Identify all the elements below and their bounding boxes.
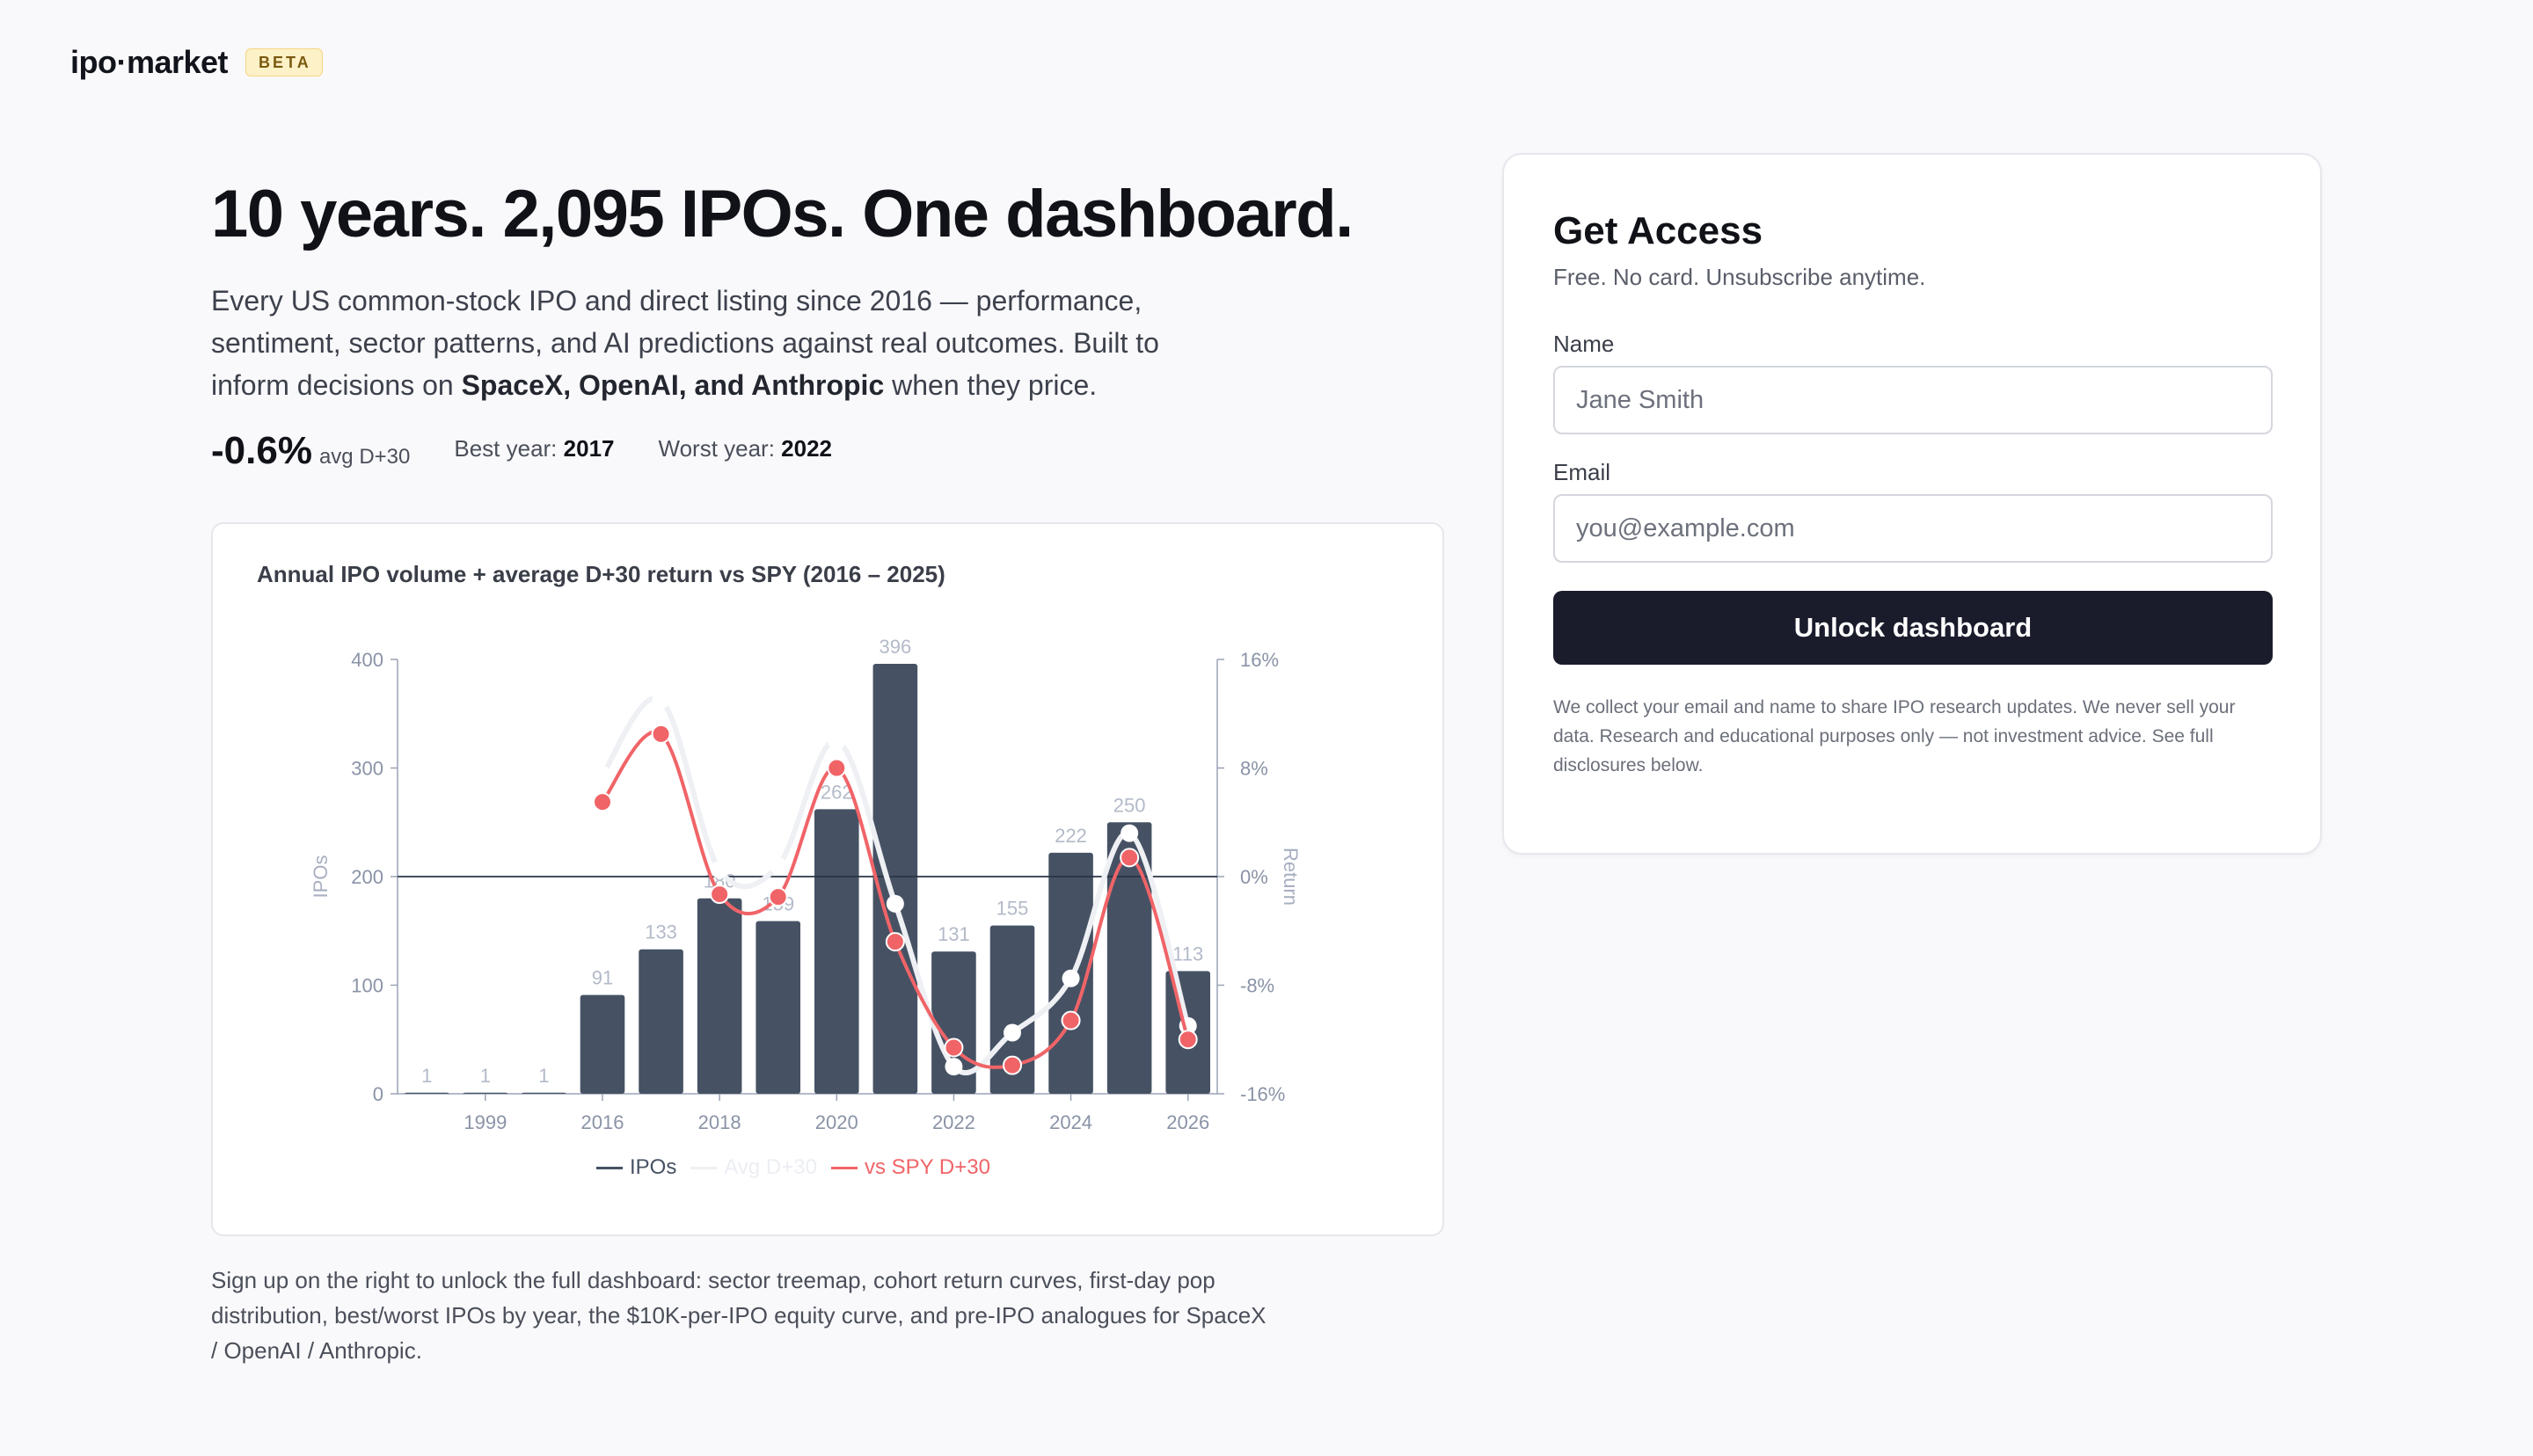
- chart-legend: IPOs Avg D+30 vs SPY D+30: [596, 1155, 1004, 1180]
- y-right-axis-label: Return: [1280, 848, 1302, 906]
- best-year-value: 2017: [563, 435, 615, 462]
- legend-swatch-spy: [830, 1166, 858, 1169]
- worst-year: Worst year: 2022: [659, 435, 833, 462]
- point-vs-spy: [1178, 1030, 1198, 1050]
- bar-value-label: 131: [938, 923, 970, 945]
- y-left-tick-label: 400: [351, 649, 383, 671]
- page-title: 10 years. 2,095 IPOs. One dashboard.: [211, 177, 1354, 251]
- point-avg-d30: [1062, 969, 1080, 987]
- y-left-tick-label: 200: [351, 866, 383, 888]
- point-avg-d30: [828, 732, 846, 750]
- x-tick-label: 2024: [1049, 1111, 1092, 1133]
- bar-value-label: 91: [592, 967, 613, 989]
- y-right-tick-label: -8%: [1240, 975, 1274, 997]
- access-title: Get Access: [1553, 209, 1763, 252]
- point-avg-d30: [711, 861, 729, 879]
- hero-desc-text-2: when they price.: [884, 369, 1098, 401]
- footnote: Sign up on the right to unlock the full …: [211, 1267, 1266, 1364]
- x-tick-label: 1999: [464, 1111, 507, 1133]
- ipo-chart[interactable]: 0 100 200 300 400 -16% -8% 0% 8% 16% IPOs Return 199…: [213, 524, 1446, 1238]
- y-left-axis-label: IPOs: [310, 855, 332, 899]
- legend-swatch-avg: [690, 1166, 718, 1169]
- bar-value-label: 396: [879, 636, 911, 658]
- bar-value-label: 1: [480, 1065, 491, 1087]
- x-tick-label: 2022: [932, 1111, 975, 1133]
- point-vs-spy: [710, 885, 730, 905]
- bar-ipos: [697, 898, 742, 1094]
- best-year: Best year: 2017: [454, 435, 614, 462]
- access-card: Get Access Free. No card. Unsubscribe an…: [1502, 153, 2322, 855]
- y-right-tick-label: 8%: [1240, 758, 1268, 780]
- legend-item-ipos[interactable]: IPOs: [596, 1155, 676, 1180]
- legend-label-avg: Avg D+30: [724, 1155, 817, 1179]
- hero-desc-bold: SpaceX, OpenAI, and Anthropic: [461, 369, 885, 401]
- point-avg-d30: [1121, 824, 1139, 842]
- x-tick-label: 2026: [1166, 1111, 1209, 1133]
- point-vs-spy: [1003, 1055, 1022, 1075]
- email-field[interactable]: [1553, 494, 2273, 563]
- point-vs-spy: [1120, 848, 1140, 868]
- worst-year-value: 2022: [781, 435, 833, 462]
- stats-row: -0.6% avg D+30 Best year: 2017 Worst yea…: [211, 429, 832, 473]
- point-avg-d30: [945, 1058, 963, 1076]
- point-avg-d30: [769, 856, 787, 875]
- access-subtitle: Free. No card. Unsubscribe anytime.: [1553, 264, 1926, 290]
- bar-ipos: [580, 994, 625, 1094]
- unlock-dashboard-button[interactable]: Unlock dashboard: [1553, 591, 2273, 665]
- bar-ipos: [463, 1092, 508, 1094]
- legend-swatch-ipos: [596, 1166, 623, 1169]
- bar-ipos: [814, 809, 859, 1094]
- brand[interactable]: ipo·market BETA: [70, 44, 323, 81]
- beta-badge: BETA: [245, 48, 323, 76]
- legend-item-spy[interactable]: vs SPY D+30: [830, 1155, 990, 1180]
- y-right-tick-label: -16%: [1240, 1083, 1285, 1105]
- y-left-tick-label: 100: [351, 975, 383, 997]
- bar-value-label: 250: [1113, 794, 1146, 816]
- worst-year-label: Worst year:: [658, 435, 775, 462]
- point-avg-d30: [1004, 1023, 1021, 1042]
- brand-logo[interactable]: ipo·market: [70, 44, 229, 81]
- bar-ipos: [639, 949, 683, 1094]
- bar-value-label: 133: [645, 921, 677, 943]
- legend-label-spy: vs SPY D+30: [864, 1155, 990, 1179]
- point-vs-spy: [885, 932, 905, 952]
- avg-return-label: avg D+30: [318, 445, 411, 469]
- point-vs-spy: [944, 1037, 964, 1058]
- point-avg-d30: [594, 766, 611, 784]
- hero-description: Every US common-stock IPO and direct lis…: [211, 280, 1231, 406]
- legend-item-avg[interactable]: Avg D+30: [690, 1155, 817, 1180]
- best-year-label: Best year:: [454, 435, 558, 462]
- y-right-tick-label: 16%: [1240, 649, 1279, 671]
- point-vs-spy: [651, 724, 671, 744]
- point-vs-spy: [1061, 1010, 1081, 1030]
- name-field[interactable]: [1553, 366, 2273, 434]
- y-left-tick-label: 300: [351, 758, 383, 780]
- x-tick-label: 2018: [698, 1111, 741, 1133]
- bar-value-label: 222: [1055, 825, 1087, 847]
- disclaimer: We collect your email and name to share …: [1553, 697, 2236, 775]
- avg-return-value: -0.6%: [211, 429, 312, 472]
- y-right-tick-label: 0%: [1240, 866, 1268, 888]
- name-label: Name: [1553, 331, 1615, 357]
- bar-ipos: [756, 921, 801, 1094]
- bar-value-label: 155: [996, 898, 1029, 920]
- chart-card: Annual IPO volume + average D+30 return …: [211, 522, 1444, 1236]
- bar-value-label: 1: [421, 1065, 432, 1087]
- point-vs-spy: [768, 887, 788, 907]
- bar-ipos: [404, 1092, 449, 1094]
- bar-ipos: [522, 1092, 566, 1094]
- y-left-tick-label: 0: [373, 1083, 383, 1105]
- point-avg-d30: [886, 894, 904, 913]
- bar-ipos: [872, 663, 918, 1094]
- x-tick-label: 2020: [815, 1111, 858, 1133]
- point-avg-d30: [652, 691, 670, 710]
- email-label: Email: [1553, 459, 1611, 485]
- x-tick-label: 2016: [581, 1111, 624, 1133]
- legend-label-ipos: IPOs: [630, 1155, 677, 1179]
- bar-value-label: 1: [538, 1065, 549, 1087]
- bar-value-label: 113: [1172, 943, 1203, 965]
- point-vs-spy: [827, 758, 847, 778]
- point-vs-spy: [593, 792, 612, 812]
